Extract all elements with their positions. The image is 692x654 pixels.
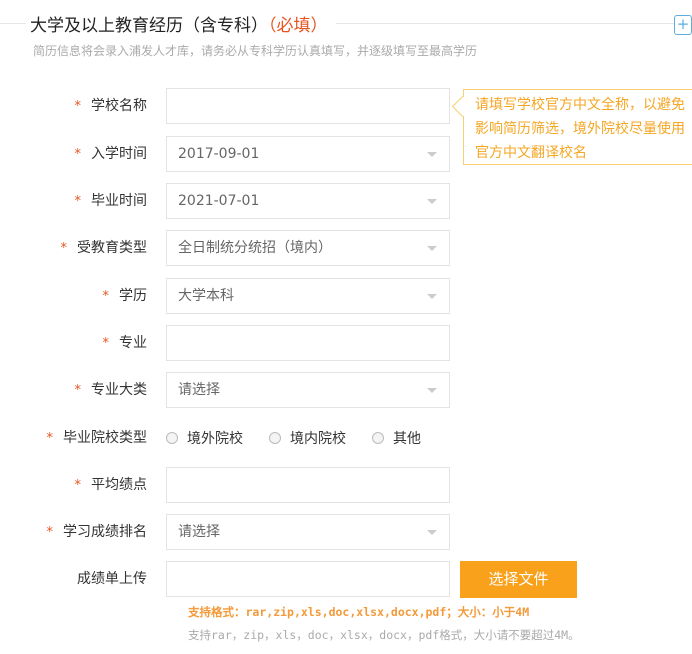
add-education-button[interactable]: + — [674, 15, 692, 35]
field-label: * 专业大类 — [75, 372, 148, 408]
select-value: 全日制统分统招（境内） — [178, 240, 332, 256]
radio-option[interactable]: 境外院校 — [166, 428, 243, 448]
required-star: * — [46, 525, 54, 540]
label-text: 专业大类 — [91, 382, 147, 398]
chevron-down-icon — [427, 388, 437, 393]
chevron-down-icon — [427, 294, 437, 299]
text-input[interactable] — [166, 467, 450, 503]
choose-file-button[interactable]: 选择文件 — [460, 561, 577, 598]
form-row: * 入学时间 2017-09-01 — [0, 136, 460, 172]
school-type-radios: 境外院校 境内院校 其他 — [166, 420, 447, 456]
radio-label: 其他 — [393, 431, 421, 447]
chevron-down-icon — [427, 199, 437, 204]
field-label: * 平均绩点 — [75, 467, 148, 503]
label-text: 受教育类型 — [77, 240, 147, 256]
upload-note: 支持rar，zip，xls，doc，xlsx，docx，pdf格式，大小请不要超… — [188, 628, 580, 642]
form-row: * 平均绩点 — [0, 467, 460, 503]
section-title: 大学及以上教育经历（含专科）（必填） — [26, 11, 336, 36]
field-label: * 受教育类型 — [61, 230, 148, 266]
upload-formats: 支持格式：rar,zip,xls,doc,xlsx,docx,pdf；大小：小于… — [188, 605, 530, 619]
required-star: * — [74, 147, 82, 162]
field-label: * 学历 — [103, 278, 148, 314]
label-text: 学习成绩排名 — [63, 524, 147, 540]
select-value: 请选择 — [178, 524, 220, 540]
field-label: * 专业 — [103, 325, 148, 361]
required-star: * — [102, 289, 110, 304]
form-row: 成绩单上传 — [0, 561, 460, 597]
chevron-down-icon — [427, 530, 437, 535]
field-label: * 毕业院校类型 — [47, 420, 148, 456]
required-star: * — [74, 99, 82, 114]
label-text: 毕业院校类型 — [63, 430, 147, 446]
required-star: * — [60, 241, 68, 256]
required-star: * — [46, 431, 54, 446]
select-field[interactable]: 请选择 — [166, 514, 450, 550]
form-row: * 毕业院校类型 境外院校 境内院校 其他 — [0, 420, 460, 456]
field-label: 成绩单上传 — [77, 561, 147, 597]
label-text: 学校名称 — [91, 98, 147, 114]
label-text: 入学时间 — [91, 146, 147, 162]
form-row: * 学历 大学本科 — [0, 278, 460, 314]
form-row: * 毕业时间 2021-07-01 — [0, 183, 460, 219]
field-label: * 毕业时间 — [75, 183, 148, 219]
label-text: 毕业时间 — [91, 193, 147, 209]
required-star: * — [74, 478, 82, 493]
required-star: * — [74, 383, 82, 398]
label-text: 成绩单上传 — [77, 571, 147, 587]
label-text: 平均绩点 — [91, 477, 147, 493]
school-name-tooltip: 请填写学校官方中文全称，以避免影响简历筛选，境外院校尽量使用官方中文翻译校名 — [463, 89, 692, 165]
radio-option[interactable]: 其他 — [372, 428, 421, 448]
form-row: * 学习成绩排名 请选择 — [0, 514, 460, 550]
required-star: * — [102, 336, 110, 351]
select-value: 2017-09-01 — [178, 146, 260, 162]
form-row: * 专业 — [0, 325, 460, 361]
required-tag: （必填） — [268, 16, 328, 36]
select-value: 大学本科 — [178, 288, 234, 304]
select-field[interactable]: 大学本科 — [166, 278, 450, 314]
form-row: * 学校名称 — [0, 88, 460, 124]
select-field[interactable]: 2021-07-01 — [166, 183, 450, 219]
text-input[interactable] — [166, 325, 450, 361]
field-label: * 学校名称 — [75, 88, 148, 124]
title-text: 大学及以上教育经历（含专科） — [30, 16, 268, 36]
field-label: * 学习成绩排名 — [47, 514, 148, 550]
field-label: * 入学时间 — [75, 136, 148, 172]
radio-label: 境内院校 — [290, 431, 346, 447]
text-input[interactable] — [166, 88, 450, 124]
file-path-input[interactable] — [166, 561, 450, 597]
label-text: 学历 — [119, 288, 147, 304]
select-value: 2021-07-01 — [178, 193, 260, 209]
select-field[interactable]: 全日制统分统招（境内） — [166, 230, 450, 266]
radio-circle-icon[interactable] — [372, 432, 384, 444]
radio-circle-icon[interactable] — [269, 432, 281, 444]
chevron-down-icon — [427, 152, 437, 157]
select-field[interactable]: 2017-09-01 — [166, 136, 450, 172]
section-subtitle: 简历信息将会录入浦发人才库，请务必从专科学历认真填写，并逐级填写至最高学历 — [33, 44, 478, 58]
radio-circle-icon[interactable] — [166, 432, 178, 444]
radio-option[interactable]: 境内院校 — [269, 428, 346, 448]
required-star: * — [74, 194, 82, 209]
form-row: * 受教育类型 全日制统分统招（境内） — [0, 230, 460, 266]
form-row: * 专业大类 请选择 — [0, 372, 460, 408]
select-field[interactable]: 请选择 — [166, 372, 450, 408]
radio-label: 境外院校 — [187, 431, 243, 447]
chevron-down-icon — [427, 246, 437, 251]
select-value: 请选择 — [178, 382, 220, 398]
label-text: 专业 — [119, 335, 147, 351]
